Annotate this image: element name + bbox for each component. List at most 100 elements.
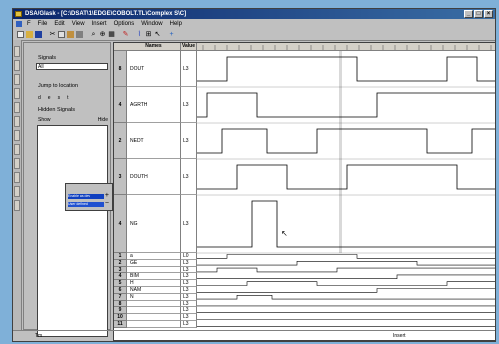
row-index[interactable]: 10 bbox=[114, 314, 127, 321]
radio-t[interactable]: t bbox=[67, 95, 68, 101]
vertical-tab[interactable] bbox=[14, 158, 20, 169]
signal-value[interactable]: L3 bbox=[181, 287, 197, 294]
close-button[interactable]: × bbox=[484, 10, 493, 18]
copy-icon[interactable] bbox=[58, 31, 65, 38]
row-index[interactable]: 5 bbox=[114, 280, 127, 287]
zoom-in-icon[interactable]: ⊞ bbox=[145, 31, 152, 38]
title-bar[interactable]: DSA/Glask - [C:\DSAT\1\EDGE\COBOLT.TL\Co… bbox=[13, 9, 495, 19]
signal-name[interactable] bbox=[127, 266, 181, 274]
row-index[interactable]: 11 bbox=[114, 321, 127, 328]
row-index[interactable]: 9 bbox=[114, 307, 127, 315]
popup-item[interactable] bbox=[68, 187, 104, 192]
signal-name[interactable]: NEDT bbox=[127, 123, 181, 159]
save-icon[interactable] bbox=[35, 31, 42, 38]
row-index[interactable]: 3 bbox=[114, 266, 127, 274]
arrow-icon[interactable]: ↖ bbox=[154, 31, 161, 38]
value-header[interactable]: Value bbox=[181, 43, 197, 51]
vertical-tab[interactable] bbox=[14, 116, 20, 127]
row-index[interactable]: 2 bbox=[114, 123, 127, 159]
vertical-tab[interactable] bbox=[14, 144, 20, 155]
menu-item-edit[interactable]: Edit bbox=[54, 21, 64, 27]
popup-item[interactable]: Enable as dev bbox=[68, 194, 104, 199]
hidden-signals-list[interactable] bbox=[37, 125, 108, 337]
plus-icon[interactable]: + bbox=[105, 192, 109, 199]
maximize-button[interactable]: □ bbox=[474, 10, 483, 18]
radio-s[interactable]: s bbox=[58, 95, 61, 101]
signal-value[interactable]: L3 bbox=[181, 51, 197, 87]
wave-edit-icon[interactable]: ⌇ bbox=[136, 31, 143, 38]
vertical-tab[interactable] bbox=[14, 186, 20, 197]
vertical-tab[interactable] bbox=[14, 102, 20, 113]
signal-value[interactable]: L3 bbox=[181, 280, 197, 287]
open-icon[interactable] bbox=[26, 31, 33, 38]
signal-name[interactable] bbox=[127, 321, 181, 328]
row-index[interactable]: 2 bbox=[114, 259, 127, 267]
vertical-tab[interactable] bbox=[14, 130, 20, 141]
radio-e[interactable]: e bbox=[48, 95, 51, 101]
signal-value[interactable]: L3 bbox=[181, 321, 197, 328]
signal-value[interactable]: L3 bbox=[181, 195, 197, 253]
vertical-tab[interactable] bbox=[14, 88, 20, 99]
signal-value[interactable]: L3 bbox=[181, 273, 197, 281]
vertical-tab[interactable] bbox=[14, 200, 20, 211]
row-index[interactable]: 4 bbox=[114, 273, 127, 281]
minimize-button[interactable]: _ bbox=[464, 10, 473, 18]
paste-icon[interactable] bbox=[67, 31, 74, 38]
vertical-tab[interactable] bbox=[14, 74, 20, 85]
popup-item[interactable]: User defined bbox=[68, 202, 104, 207]
pencil-icon[interactable]: ✎ bbox=[122, 31, 129, 38]
signal-name[interactable]: H bbox=[127, 280, 181, 287]
show-tab[interactable]: Show bbox=[38, 117, 51, 123]
row-index[interactable]: 8 bbox=[114, 51, 127, 87]
hide-tab[interactable]: Hide bbox=[98, 117, 108, 123]
signals-input[interactable]: All bbox=[36, 63, 108, 70]
signal-value[interactable]: L0 bbox=[181, 253, 197, 260]
menu-item-file[interactable]: File bbox=[38, 21, 48, 27]
menu-item-options[interactable]: Options bbox=[114, 21, 135, 27]
context-popup[interactable]: Enable as dev User defined + − bbox=[65, 183, 113, 211]
signal-name[interactable]: N bbox=[127, 293, 181, 301]
row-index[interactable]: 3 bbox=[114, 159, 127, 195]
signal-name[interactable]: BIM bbox=[127, 273, 181, 281]
minus-icon[interactable]: − bbox=[105, 200, 109, 207]
print-icon[interactable] bbox=[76, 31, 83, 38]
waveform-area[interactable] bbox=[197, 43, 496, 341]
menu-item-window[interactable]: Window bbox=[141, 21, 162, 27]
signal-value[interactable]: L3 bbox=[181, 87, 197, 123]
signal-name[interactable]: NAM bbox=[127, 287, 181, 294]
vertical-tab[interactable] bbox=[14, 60, 20, 71]
cut-icon[interactable]: ✂ bbox=[49, 31, 56, 38]
signal-value[interactable]: L3 bbox=[181, 159, 197, 195]
row-index[interactable]: 4 bbox=[114, 195, 127, 253]
row-index[interactable]: 7 bbox=[114, 293, 127, 301]
signal-name[interactable] bbox=[127, 314, 181, 321]
signal-name[interactable]: AGRTH bbox=[127, 87, 181, 123]
document-icon[interactable] bbox=[16, 21, 22, 27]
signal-name[interactable]: NG bbox=[127, 195, 181, 253]
signal-name[interactable]: DOUT bbox=[127, 51, 181, 87]
vertical-tab[interactable] bbox=[14, 172, 20, 183]
signal-name[interactable]: GE bbox=[127, 259, 181, 267]
vertical-tab[interactable] bbox=[14, 46, 20, 57]
signal-name[interactable]: DOUTH bbox=[127, 159, 181, 195]
row-index[interactable]: 6 bbox=[114, 287, 127, 294]
signal-name[interactable] bbox=[127, 307, 181, 315]
grid-icon[interactable]: ▦ bbox=[108, 31, 115, 38]
signal-name[interactable]: a bbox=[127, 253, 181, 260]
signal-value[interactable]: L3 bbox=[181, 123, 197, 159]
radio-d[interactable]: d bbox=[38, 95, 41, 101]
plus-icon[interactable]: + bbox=[168, 31, 175, 38]
row-index[interactable]: 8 bbox=[114, 300, 127, 308]
menu-item-insert[interactable]: Insert bbox=[92, 21, 107, 27]
new-icon[interactable] bbox=[17, 31, 24, 38]
names-header[interactable]: Names bbox=[127, 43, 181, 51]
find-icon[interactable]: ⌕ bbox=[90, 31, 97, 38]
zoom-icon[interactable]: ⊕ bbox=[99, 31, 106, 38]
signal-value[interactable]: L3 bbox=[181, 266, 197, 274]
signal-value[interactable]: L3 bbox=[181, 293, 197, 301]
menu-item-view[interactable]: View bbox=[72, 21, 85, 27]
signal-value[interactable]: L3 bbox=[181, 300, 197, 308]
row-index[interactable]: 1 bbox=[114, 253, 127, 260]
row-index[interactable]: 4 bbox=[114, 87, 127, 123]
signal-value[interactable]: L3 bbox=[181, 259, 197, 267]
